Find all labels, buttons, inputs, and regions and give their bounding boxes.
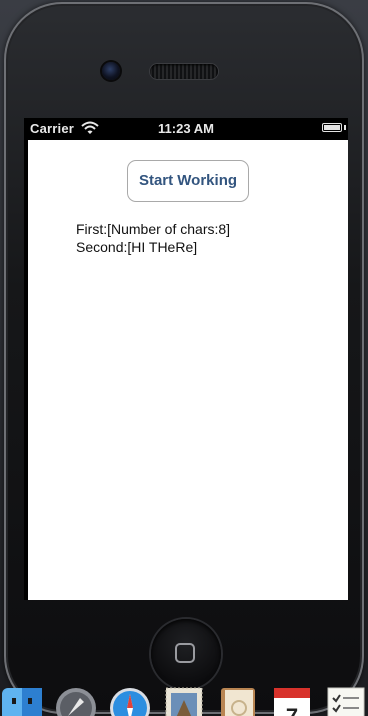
output-text: First:[Number of chars:8] Second:[HI THe… [76, 220, 230, 256]
reminders-icon[interactable] [324, 684, 368, 716]
address-book-icon[interactable] [216, 684, 260, 716]
launchpad-icon[interactable] [54, 684, 98, 716]
mac-dock: 7 [0, 684, 368, 716]
battery-tip [344, 125, 346, 130]
home-square-glyph [175, 643, 195, 663]
simulator-screen: Carrier 11:23 AM Start Working First:[Nu… [24, 118, 348, 600]
earpiece-speaker [150, 64, 218, 79]
calendar-icon[interactable]: 7 [270, 684, 314, 716]
app-content-view: Start Working First:[Number of chars:8] … [28, 140, 348, 600]
output-line-second: Second:[HI THeRe] [76, 239, 198, 255]
iphone-simulator-frame: Carrier 11:23 AM Start Working First:[Nu… [4, 2, 364, 714]
output-line-first: First:[Number of chars:8] [76, 221, 231, 237]
home-button-icon[interactable] [151, 619, 221, 689]
status-time: 11:23 AM [158, 121, 214, 136]
status-bar: Carrier 11:23 AM [24, 118, 348, 138]
start-working-button[interactable]: Start Working [127, 160, 249, 202]
battery-icon [322, 123, 342, 132]
finder-icon[interactable] [0, 684, 44, 716]
front-camera-icon [102, 62, 120, 80]
desktop-background: Carrier 11:23 AM Start Working First:[Nu… [0, 0, 368, 716]
safari-icon[interactable] [108, 684, 152, 716]
mail-stamp-icon[interactable] [162, 684, 206, 716]
calendar-day-label: 7 [286, 704, 298, 716]
